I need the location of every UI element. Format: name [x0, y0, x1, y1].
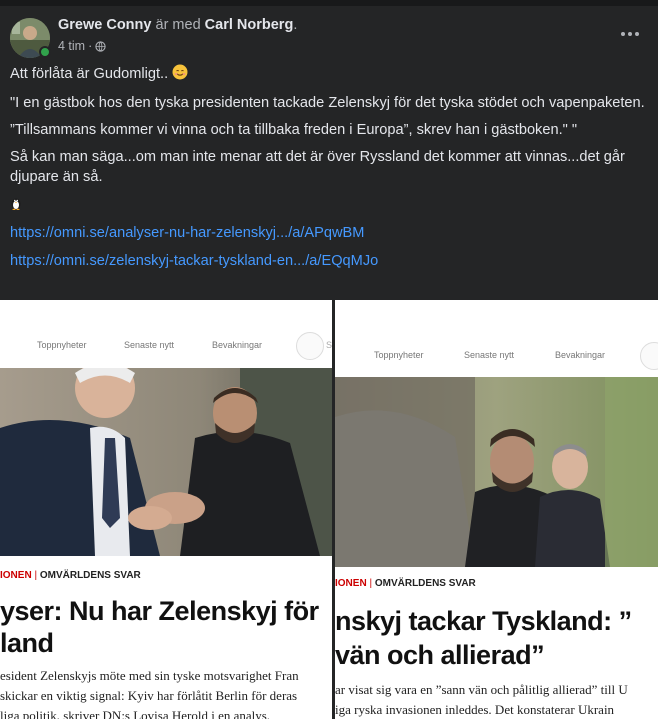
- nav-item-bevakningar: Bevakningar: [212, 340, 263, 350]
- headline-right-2: vän och allierad”: [335, 640, 545, 670]
- post-line-1: Att förlåta är Gudomligt..: [10, 64, 650, 86]
- photo-left: [0, 368, 332, 556]
- headline-right-1: nskyj tackar Tyskland: ”: [335, 606, 632, 636]
- post-line-5: [10, 194, 650, 216]
- search-icon-right: [640, 342, 658, 370]
- post-body: Att förlåta är Gudomligt.. "I en gästbok…: [10, 64, 650, 271]
- post-line-3: ”Tillsammans kommer vi vinna och ta till…: [10, 122, 578, 138]
- more-options-icon[interactable]: [618, 24, 642, 44]
- lede-right-1: ar visat sig vara en ”sann vän och pålit…: [335, 682, 628, 697]
- tagged-suffix: .: [293, 17, 298, 33]
- tagged-name[interactable]: Carl Norberg: [205, 17, 294, 33]
- kicker-left-sep: |: [34, 570, 38, 581]
- kicker-right-b: OMVÄRLDENS SVAR: [374, 578, 476, 589]
- link-2[interactable]: https://omni.se/zelenskyj-tackar-tysklan…: [10, 251, 650, 271]
- kicker-left: IONEN | OMVÄRLDENS SVAR: [0, 570, 141, 581]
- image-left[interactable]: Toppnyheter Senaste nytt Bevakningar S I…: [0, 300, 332, 719]
- headline-left-2: land: [0, 628, 54, 658]
- headline-left-1: yser: Nu har Zelenskyj för: [0, 596, 319, 626]
- author-name[interactable]: Grewe Conny: [58, 17, 151, 33]
- post-header: Grewe Conny är med Carl Norberg. 4 tim ·: [10, 16, 650, 60]
- search-icon: [296, 332, 324, 360]
- kicker-left-a: IONEN: [0, 570, 32, 581]
- photo-right: [335, 377, 658, 567]
- kicker-right-a: IONEN: [335, 578, 367, 589]
- lede-right-2: iga ryska invasionen inleddes. Det konst…: [335, 702, 615, 717]
- smiling-face-icon: [172, 64, 188, 86]
- with-text: är med: [155, 17, 201, 33]
- meta-separator: ·: [88, 39, 93, 53]
- post-time[interactable]: 4 tim: [58, 39, 85, 53]
- nav-item-bevakningar-r: Bevakningar: [555, 350, 606, 360]
- kicker-left-b: OMVÄRLDENS SVAR: [39, 570, 141, 581]
- link-1[interactable]: https://omni.se/analyser-nu-har-zelensky…: [10, 223, 650, 243]
- post-images[interactable]: Toppnyheter Senaste nytt Bevakningar S I…: [0, 300, 658, 719]
- lede-left-1: esident Zelenskyjs möte med sin tyske mo…: [0, 668, 299, 683]
- nav-item-toppnyheter: Toppnyheter: [37, 340, 87, 350]
- kicker-right-sep: |: [369, 578, 373, 589]
- post-meta: 4 tim ·: [58, 39, 106, 53]
- top-bar: [0, 0, 658, 6]
- image-right[interactable]: Toppnyheter Senaste nytt Bevakningar ION…: [335, 300, 658, 719]
- post-line-2: "I en gästbok hos den tyska presidenten …: [10, 95, 645, 111]
- post-line-4: Så kan man säga...om man inte menar att …: [10, 149, 625, 185]
- globe-icon[interactable]: [95, 40, 106, 52]
- nav-item-senaste-r: Senaste nytt: [464, 350, 515, 360]
- post-author-line: Grewe Conny är med Carl Norberg.: [58, 17, 297, 33]
- search-hint: S: [326, 340, 332, 350]
- lede-left-2: skickar en viktig signal: Kyiv har förlå…: [0, 688, 298, 703]
- post-line-1-text: Att förlåta är Gudomligt..: [10, 66, 169, 82]
- lede-left-3: liga politik, skriver DN:s Lovisa Herold…: [0, 708, 271, 719]
- nav-item-toppnyheter-r: Toppnyheter: [374, 350, 424, 360]
- nav-item-senaste: Senaste nytt: [124, 340, 175, 350]
- penguin-icon: [10, 196, 22, 216]
- kicker-right: IONEN | OMVÄRLDENS SVAR: [335, 578, 476, 589]
- online-status-dot: [39, 46, 51, 58]
